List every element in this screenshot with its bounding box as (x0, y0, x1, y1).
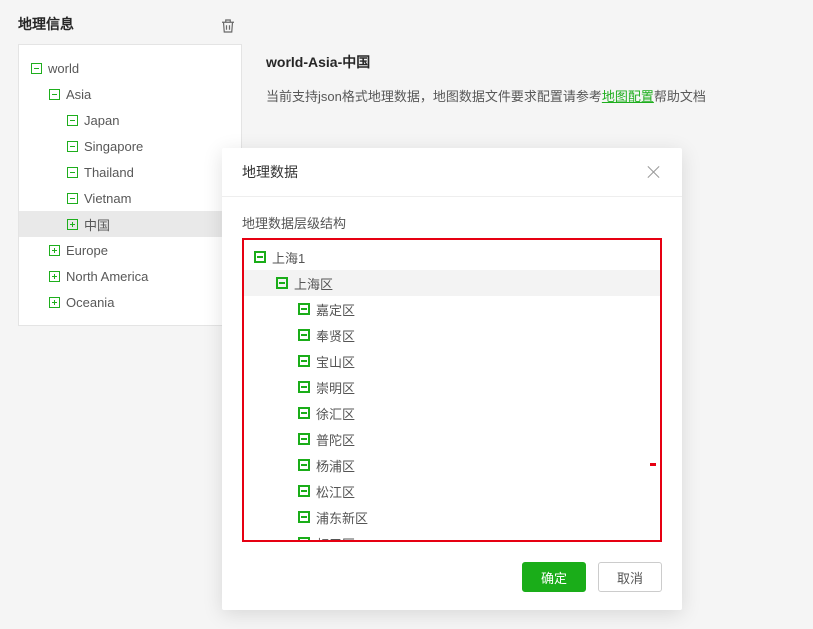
collapse-icon[interactable] (298, 329, 310, 341)
geo-tree-item-5[interactable]: 崇明区 (244, 374, 660, 400)
geo-tree-item-1[interactable]: 上海区 (244, 270, 660, 296)
geo-tree-item-label: 虹口区 (316, 534, 355, 543)
geo-tree-item-label: 崇明区 (316, 378, 355, 397)
geo-tree-item-3[interactable]: 奉贤区 (244, 322, 660, 348)
highlight-mark (650, 463, 656, 466)
geo-tree-item-10[interactable]: 浦东新区 (244, 504, 660, 530)
geo-tree-item-label: 徐汇区 (316, 404, 355, 423)
geo-tree-item-label: 宝山区 (316, 352, 355, 371)
collapse-icon[interactable] (298, 433, 310, 445)
collapse-icon[interactable] (298, 459, 310, 471)
geo-tree-box[interactable]: 上海1 上海区嘉定区奉贤区宝山区崇明区徐汇区普陀区杨浦区松江区浦东新区虹口区 (242, 238, 662, 542)
collapse-icon[interactable] (298, 303, 310, 315)
tree-structure-label: 地理数据层级结构 (242, 213, 662, 232)
geo-tree-item-8[interactable]: 杨浦区 (244, 452, 660, 478)
geo-tree-item-7[interactable]: 普陀区 (244, 426, 660, 452)
geo-tree-item-0[interactable]: 上海1 (244, 244, 660, 270)
geo-tree-item-6[interactable]: 徐汇区 (244, 400, 660, 426)
ok-button[interactable]: 确定 (522, 562, 586, 592)
cancel-button[interactable]: 取消 (598, 562, 662, 592)
geo-tree-item-4[interactable]: 宝山区 (244, 348, 660, 374)
collapse-icon[interactable] (254, 251, 266, 263)
collapse-icon[interactable] (298, 407, 310, 419)
geo-tree-item-label: 普陀区 (316, 430, 355, 449)
geo-tree-item-11[interactable]: 虹口区 (244, 530, 660, 542)
geo-data-modal: 地理数据 地理数据层级结构 上海1 上海区嘉定区奉贤区宝山区崇明区徐汇区普陀区杨浦… (222, 148, 682, 610)
collapse-icon[interactable] (298, 511, 310, 523)
modal-overlay: 地理数据 地理数据层级结构 上海1 上海区嘉定区奉贤区宝山区崇明区徐汇区普陀区杨浦… (0, 0, 813, 629)
collapse-icon[interactable] (298, 381, 310, 393)
geo-tree-item-label: 浦东新区 (316, 508, 368, 527)
modal-body: 地理数据层级结构 上海1 上海区嘉定区奉贤区宝山区崇明区徐汇区普陀区杨浦区松江区浦… (222, 197, 682, 550)
collapse-icon[interactable] (298, 537, 310, 542)
geo-tree-item-label: 嘉定区 (316, 300, 355, 319)
geo-tree-item-9[interactable]: 松江区 (244, 478, 660, 504)
modal-header: 地理数据 (222, 148, 682, 197)
geo-tree-item-label: 奉贤区 (316, 326, 355, 345)
collapse-icon[interactable] (276, 277, 288, 289)
geo-tree-item-2[interactable]: 嘉定区 (244, 296, 660, 322)
close-icon[interactable] (646, 164, 662, 180)
geo-tree-item-label: 松江区 (316, 482, 355, 501)
geo-tree-item-label: 杨浦区 (316, 456, 355, 475)
collapse-icon[interactable] (298, 485, 310, 497)
geo-tree-item-label: 上海区 (294, 274, 333, 293)
collapse-icon[interactable] (298, 355, 310, 367)
modal-footer: 确定 取消 (222, 550, 682, 610)
geo-tree-item-label: 上海1 (272, 248, 305, 267)
modal-title: 地理数据 (242, 162, 298, 182)
